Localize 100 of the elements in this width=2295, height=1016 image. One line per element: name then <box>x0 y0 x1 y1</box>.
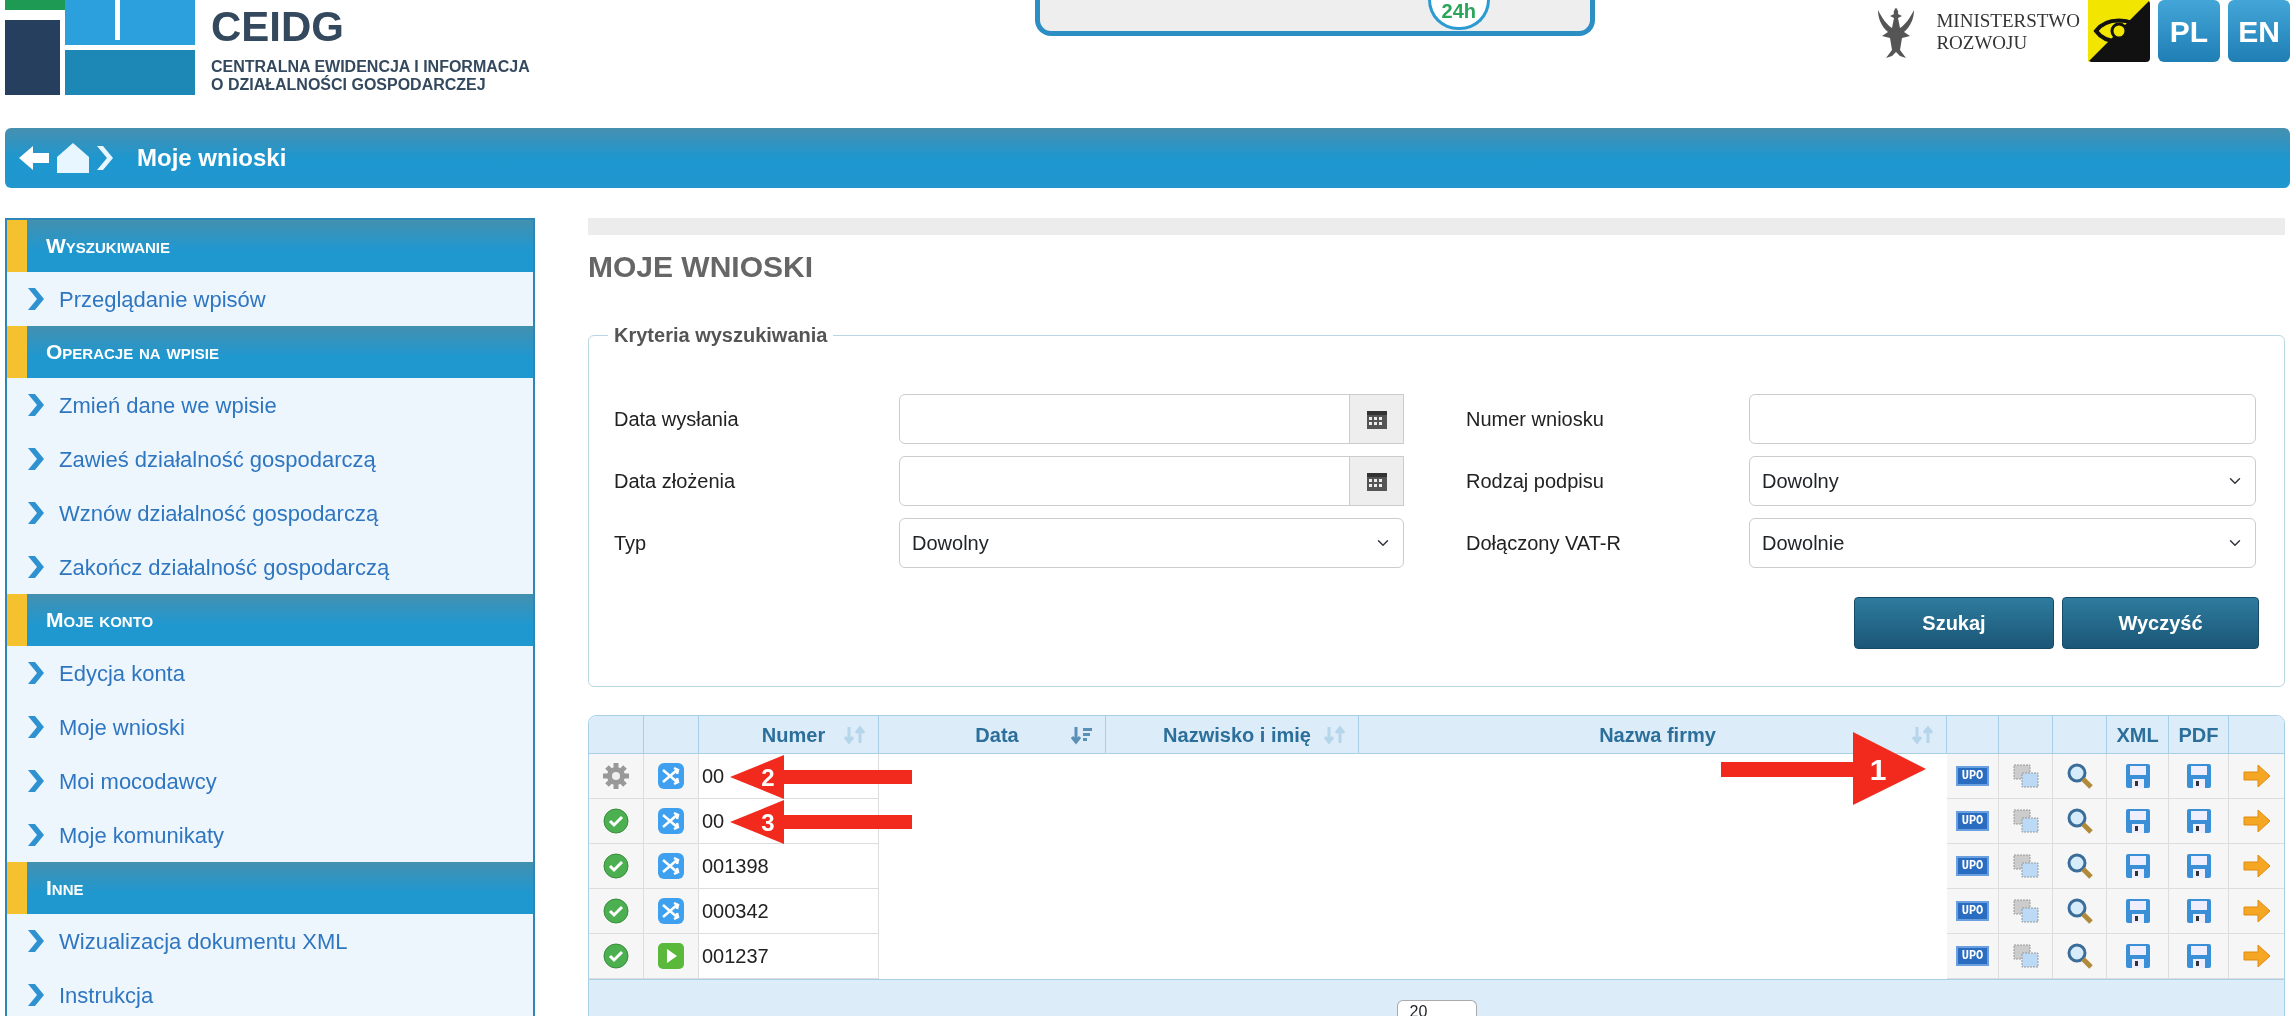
select-field[interactable]: Dowolny <box>899 518 1404 568</box>
upo-button[interactable]: UPO <box>1955 901 1990 921</box>
arrow-right-icon[interactable] <box>2242 852 2272 880</box>
search-icon[interactable] <box>2065 762 2094 790</box>
sidebar-link[interactable]: Zakończ działalność gospodarczą <box>7 540 533 594</box>
shuffle-icon[interactable] <box>657 852 685 880</box>
field-label: Typ <box>614 531 648 556</box>
sidebar-link[interactable]: Wznów działalność gospodarczą <box>7 486 533 540</box>
accent-stripe <box>7 594 27 646</box>
breadcrumb-title: Moje wnioski <box>137 143 287 173</box>
copy-icon[interactable] <box>2011 808 2040 834</box>
accent-stripe <box>7 862 27 914</box>
chevron-icon <box>27 501 45 525</box>
table-cell: 000342 <box>699 889 879 934</box>
arrow-right-icon[interactable] <box>2242 762 2272 790</box>
search-icon[interactable] <box>2065 942 2094 970</box>
search-icon[interactable] <box>2065 852 2094 880</box>
section-title: Wyszukiwanie <box>45 233 170 259</box>
column-header[interactable]: Numer <box>699 716 879 754</box>
home-icon[interactable] <box>55 141 91 175</box>
upo-button[interactable]: UPO <box>1955 766 1990 786</box>
accent-stripe <box>7 326 27 378</box>
column-header[interactable]: Data <box>879 716 1106 754</box>
text-field[interactable] <box>1749 394 2256 444</box>
logo-title: CEIDG <box>211 6 345 48</box>
eye-icon[interactable] <box>2088 0 2150 62</box>
annotation-number: 3 <box>761 809 775 836</box>
column-header: XML <box>2107 716 2169 754</box>
shuffle-icon[interactable] <box>657 762 685 790</box>
search-button[interactable]: Szukaj <box>1854 597 2054 649</box>
select-field[interactable]: Dowolnie <box>1749 518 2256 568</box>
calendar-button[interactable] <box>1349 394 1404 444</box>
chevron-icon <box>95 144 115 172</box>
sidebar-link[interactable]: Moje wnioski <box>7 700 533 754</box>
badge-24h: 24h <box>1427 0 1490 30</box>
calendar-icon <box>1365 408 1388 430</box>
field-label: Data wysłania <box>614 407 740 432</box>
section-title: Moje konto <box>45 607 154 633</box>
chevron-icon <box>27 661 45 685</box>
section-title: Operacje na wpisie <box>45 339 220 365</box>
upo-button[interactable]: UPO <box>1955 856 1990 876</box>
chevron-icon <box>27 929 45 953</box>
field-label: Numer wniosku <box>1466 407 1605 432</box>
sidebar-link[interactable]: Moje komunikaty <box>7 808 533 862</box>
copy-icon[interactable] <box>2011 853 2040 879</box>
back-arrow-icon[interactable] <box>17 144 51 172</box>
arrow-right-icon[interactable] <box>2242 807 2272 835</box>
copy-icon[interactable] <box>2011 898 2040 924</box>
chevron-icon <box>27 287 45 311</box>
logo-icon <box>5 0 195 95</box>
field-label: Data złożenia <box>614 469 737 494</box>
sidebar-link[interactable]: Przeglądanie wpisów <box>7 272 533 326</box>
annotation-number: 1 <box>1869 753 1887 786</box>
chevron-icon <box>27 769 45 793</box>
chevron-icon <box>27 715 45 739</box>
search-icon[interactable] <box>2065 807 2094 835</box>
play-icon[interactable] <box>657 942 685 970</box>
language-button[interactable]: PL <box>2158 0 2220 62</box>
table-cell: 001237 <box>699 934 879 979</box>
calendar-icon <box>1365 470 1388 492</box>
table-cell: 001398 <box>699 844 879 889</box>
chevron-icon <box>27 447 45 471</box>
page-title: MOJE WNIOSKI <box>588 249 814 285</box>
date-field[interactable] <box>899 394 1350 444</box>
field-label: Rodzaj podpisu <box>1466 469 1605 494</box>
ministry-name: MINISTERSTWO <box>1936 10 2080 32</box>
annotation-number: 2 <box>761 764 775 791</box>
sidebar-link[interactable]: Zmień dane we wpisie <box>7 378 533 432</box>
shuffle-icon[interactable] <box>657 897 685 925</box>
arrow-right-icon[interactable] <box>2242 942 2272 970</box>
column-header[interactable]: Nazwisko i imię <box>1106 716 1359 754</box>
column-header: PDF <box>2169 716 2229 754</box>
sidebar-link[interactable]: Edycja konta <box>7 646 533 700</box>
chevron-icon <box>27 393 45 417</box>
chevron-icon <box>27 983 45 1007</box>
sidebar-link[interactable]: Zawieś działalność gospodarczą <box>7 432 533 486</box>
sidebar-link[interactable]: Wizualizacja dokumentu XML <box>7 914 533 968</box>
field-label: Dołączony VAT-R <box>1466 531 1622 556</box>
sort-descending-icon[interactable] <box>1071 725 1093 745</box>
clear-button[interactable]: Wyczyść <box>2062 597 2259 649</box>
chevron-icon <box>27 823 45 847</box>
arrow-right-icon[interactable] <box>2242 897 2272 925</box>
search-icon[interactable] <box>2065 897 2094 925</box>
upo-button[interactable]: UPO <box>1955 946 1990 966</box>
logo-subtitle: O DZIAŁALNOŚCI GOSPODARCZEJ <box>211 76 487 94</box>
date-field[interactable] <box>899 456 1350 506</box>
panel-legend: Kryteria wyszukiwania <box>608 320 834 350</box>
select-field[interactable]: Dowolny <box>1749 456 2256 506</box>
language-button[interactable]: EN <box>2228 0 2290 62</box>
ministry-name: ROZWOJU <box>1936 32 2029 54</box>
chevron-icon <box>27 555 45 579</box>
shuffle-icon[interactable] <box>657 807 685 835</box>
calendar-button[interactable] <box>1349 456 1404 506</box>
copy-icon[interactable] <box>2011 763 2040 789</box>
copy-icon[interactable] <box>2011 943 2040 969</box>
upo-button[interactable]: UPO <box>1955 811 1990 831</box>
column-header[interactable]: Nazwa firmy <box>1359 716 1947 754</box>
sidebar-link[interactable]: Moi mocodawcy <box>7 754 533 808</box>
sidebar-link[interactable]: Instrukcja <box>7 968 533 1016</box>
logo-subtitle: CENTRALNA EWIDENCJA I INFORMACJA <box>211 58 530 75</box>
